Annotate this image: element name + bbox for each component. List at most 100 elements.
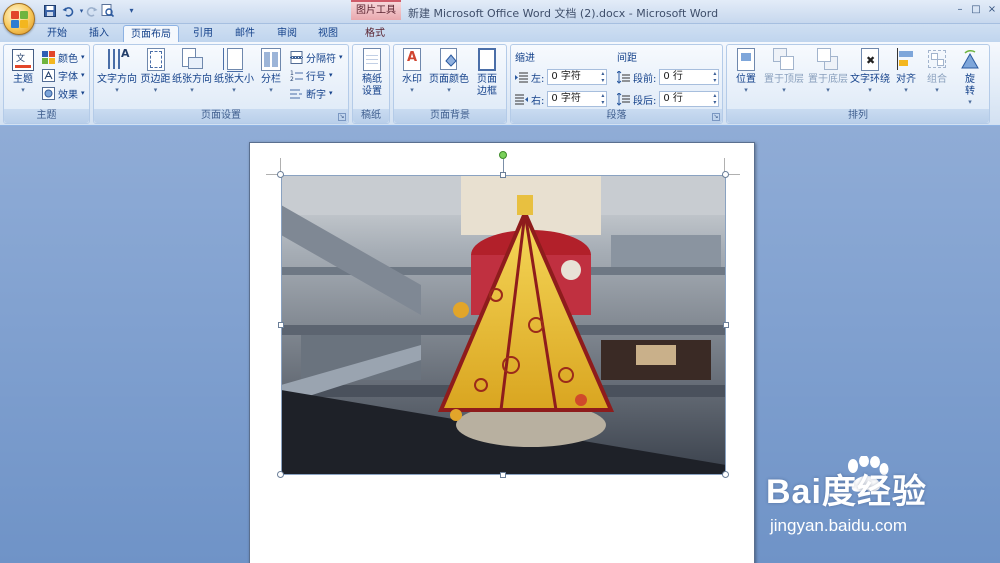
resize-handle-bottom[interactable] — [500, 472, 506, 478]
margins-button[interactable]: 页边距 ▾ — [139, 48, 172, 94]
text-direction-icon: A — [106, 48, 130, 72]
paragraph-launcher-icon[interactable]: ↘ — [712, 113, 720, 121]
spacing-before-row: 段前: 0 行 ▴ ▾ — [616, 69, 720, 85]
orientation-button[interactable]: 纸张方向 ▾ — [172, 48, 212, 94]
group-objects-button[interactable]: 组合 ▾ — [923, 48, 951, 94]
effects-icon — [42, 86, 55, 100]
group-page-setup: A 文字方向 ▾ 页边距 ▾ 纸张方向 ▾ 纸张大小 ▾ 分栏 ▾ 分隔符 ▾ … — [93, 44, 349, 124]
minimize-button[interactable]: – — [952, 3, 968, 17]
line-numbers-icon: 12 — [290, 69, 303, 83]
resize-handle-top[interactable] — [500, 172, 506, 178]
themes-button[interactable]: 文 主题 ▾ — [8, 48, 38, 94]
redo-icon[interactable] — [84, 3, 99, 18]
group-label-arrange: 排列 — [727, 109, 989, 123]
theme-colors-button[interactable]: 颜色 ▾ — [42, 49, 85, 65]
columns-icon — [260, 48, 282, 72]
indent-right-input[interactable]: 0 字符 ▴ ▾ — [547, 91, 608, 107]
spacing-after-row: 段后: 0 行 ▴ ▾ — [616, 91, 720, 107]
paper-size-icon — [223, 48, 245, 72]
send-to-back-icon — [817, 48, 839, 72]
customize-icon[interactable]: ▾ — [124, 3, 139, 18]
spacing-before-input[interactable]: 0 行 ▴ ▾ — [659, 69, 720, 85]
indent-left-row: 左: 0 字符 ▴ ▾ — [515, 69, 608, 85]
columns-button[interactable]: 分栏 ▾ — [256, 48, 286, 94]
text-wrapping-icon: ✖ — [859, 48, 881, 72]
theme-fonts-button[interactable]: 字体 ▾ — [42, 67, 85, 83]
text-direction-button[interactable]: A 文字方向 ▾ — [96, 48, 138, 95]
tab-review[interactable]: 审阅 — [268, 25, 306, 42]
rotate-button[interactable]: 旋 转 ▾ — [955, 48, 985, 106]
page-borders-button[interactable]: 页面 边框 — [472, 48, 502, 98]
manuscript-settings-button[interactable]: 稿纸 设置 — [357, 48, 387, 98]
watermark-url: jingyan.baidu.com — [770, 516, 908, 535]
watermark-button[interactable]: A 水印 ▾ — [398, 48, 426, 94]
breaks-icon — [290, 50, 303, 64]
indent-title: 缩进 — [515, 53, 535, 64]
resize-handle-top-left[interactable] — [277, 171, 284, 178]
close-button[interactable]: × — [984, 3, 1000, 17]
group-themes: 文 主题 ▾ 颜色 ▾ 字体 ▾ 效果 ▾ 主题 — [3, 44, 90, 124]
window-title: 新建 Microsoft Office Word 文档 (2).docx - M… — [408, 7, 719, 20]
picture-tools-label: 图片工具 — [351, 0, 401, 20]
tab-references[interactable]: 引用 — [184, 25, 222, 42]
paper-size-button[interactable]: 纸张大小 ▾ — [214, 48, 254, 94]
tab-insert[interactable]: 插入 — [80, 25, 118, 42]
indent-left-icon — [515, 71, 528, 84]
page-color-button[interactable]: 页面颜色 ▾ — [428, 48, 470, 94]
breaks-button[interactable]: 分隔符 ▾ — [290, 49, 343, 65]
themes-icon: 文 — [12, 48, 34, 72]
spacing-before-icon — [616, 69, 630, 84]
group-objects-icon — [926, 48, 948, 72]
bring-to-front-button[interactable]: 置于顶层 ▾ — [763, 48, 805, 94]
hyphenation-icon — [290, 87, 303, 100]
margins-icon — [145, 48, 167, 72]
page-setup-launcher-icon[interactable]: ↘ — [338, 113, 346, 121]
spacing-after-input[interactable]: 0 行 ▴ ▾ — [659, 91, 720, 107]
ribbon: 文 主题 ▾ 颜色 ▾ 字体 ▾ 效果 ▾ 主题 A 文字方向 ▾ 页边距 ▾ … — [0, 42, 1000, 126]
resize-handle-right[interactable] — [723, 322, 729, 328]
baidu-jingyan-watermark: Bai度经验 jingyan.baidu.com — [766, 456, 996, 546]
hyphenation-button[interactable]: 断字 ▾ — [290, 85, 333, 101]
tab-page-layout[interactable]: 页面布局 — [123, 25, 179, 42]
indent-right-row: 右: 0 字符 ▴ ▾ — [515, 91, 608, 107]
group-label-themes: 主题 — [4, 109, 89, 123]
group-label-page-setup: 页面设置 — [94, 109, 348, 123]
colors-icon — [42, 50, 55, 64]
group-manuscript: 稿纸 设置 稿纸 — [352, 44, 390, 124]
svg-text:2: 2 — [290, 76, 294, 82]
position-icon — [735, 48, 757, 72]
send-to-back-button[interactable]: 置于底层 ▾ — [807, 48, 849, 94]
restore-button[interactable]: □ — [968, 3, 984, 17]
spacing-after-icon — [616, 91, 630, 106]
print-preview-icon[interactable] — [100, 3, 115, 18]
indent-right-icon — [515, 93, 528, 106]
theme-effects-button[interactable]: 效果 ▾ — [42, 85, 85, 101]
tab-home[interactable]: 开始 — [38, 25, 76, 42]
group-arrange: 位置 ▾ 置于顶层 ▾ 置于底层 ▾ ✖ 文字环绕 ▾ 对齐 ▾ 组合 ▾ 旋 … — [726, 44, 990, 124]
office-button[interactable] — [3, 3, 35, 35]
indent-left-input[interactable]: 0 字符 ▴ ▾ — [547, 69, 608, 85]
tab-mailings[interactable]: 邮件 — [226, 25, 264, 42]
resize-handle-bottom-right[interactable] — [722, 471, 729, 478]
fonts-icon — [42, 68, 55, 82]
group-label-manuscript: 稿纸 — [353, 109, 389, 123]
group-label-page-background: 页面背景 — [394, 109, 506, 123]
page-borders-icon — [476, 48, 498, 72]
undo-icon[interactable] — [60, 3, 75, 18]
align-button[interactable]: 对齐 ▾ — [891, 48, 921, 94]
save-icon[interactable] — [42, 3, 57, 18]
spacing-title: 间距 — [617, 53, 637, 64]
rotate-handle[interactable] — [499, 151, 507, 159]
title-bar: ▾ ▾ 图片工具 新建 Microsoft Office Word 文档 (2)… — [0, 0, 1000, 24]
tab-view[interactable]: 视图 — [309, 25, 347, 42]
picture-selection-frame — [281, 175, 726, 475]
text-wrapping-button[interactable]: ✖ 文字环绕 ▾ — [849, 48, 891, 94]
position-button[interactable]: 位置 ▾ — [731, 48, 761, 94]
tab-format[interactable]: 格式 — [355, 25, 395, 42]
resize-handle-left[interactable] — [278, 322, 284, 328]
group-label-paragraph: 段落 — [511, 109, 722, 123]
resize-handle-bottom-left[interactable] — [277, 471, 284, 478]
resize-handle-top-right[interactable] — [722, 171, 729, 178]
ribbon-tab-bar: 开始 插入 页面布局 引用 邮件 审阅 视图 格式 — [0, 24, 1000, 42]
line-numbers-button[interactable]: 12 行号 ▾ — [290, 67, 333, 83]
